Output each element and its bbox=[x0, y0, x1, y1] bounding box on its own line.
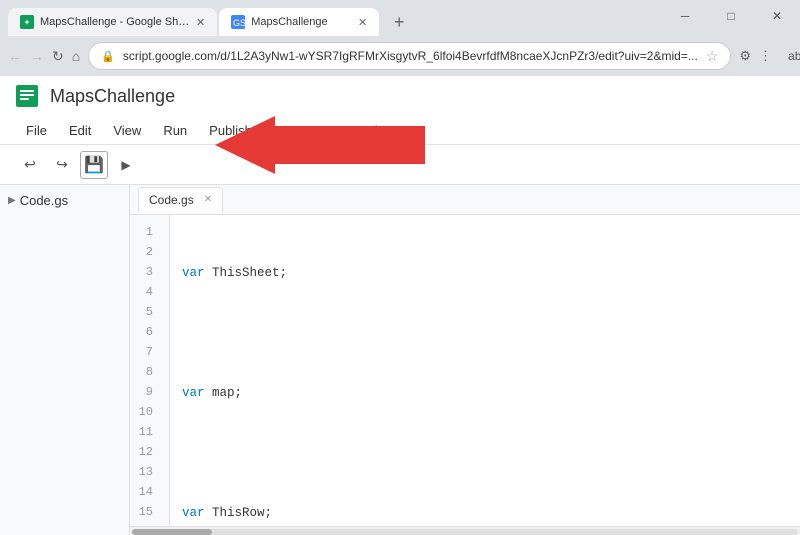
bookmark-icon[interactable]: ☆ bbox=[706, 48, 719, 65]
tab2-close[interactable]: ✕ bbox=[358, 16, 367, 29]
menu-resources[interactable]: Resources bbox=[264, 119, 346, 142]
sidebar-file-item[interactable]: ▶ Code.gs bbox=[0, 189, 129, 212]
horizontal-scrollbar[interactable] bbox=[130, 526, 800, 535]
address-bar: ← → ↻ ⌂ 🔒 script.google.com/d/1L2A3yNw1-… bbox=[0, 36, 800, 76]
sheets-tab-icon: ✦ bbox=[20, 15, 34, 29]
editor-tab-label: Code.gs bbox=[149, 193, 194, 207]
menu-edit[interactable]: Edit bbox=[59, 119, 101, 142]
code-line-3: var map; bbox=[182, 383, 788, 403]
file-sidebar: ▶ Code.gs bbox=[0, 185, 130, 535]
sidebar-chevron: ▶ bbox=[8, 195, 16, 206]
editor-tab-code-gs[interactable]: Code.gs ✕ bbox=[138, 187, 223, 213]
code-line-5: var ThisRow; bbox=[182, 503, 788, 523]
menu-bar: File Edit View Run Publish Resources Hel… bbox=[0, 116, 800, 144]
tab2-title: MapsChallenge bbox=[251, 16, 327, 28]
app-title: MapsChallenge bbox=[50, 86, 175, 107]
menu-help[interactable]: Help bbox=[348, 119, 395, 142]
tab-mapschallenge[interactable]: GS MapsChallenge ✕ bbox=[219, 8, 379, 36]
lock-icon: 🔒 bbox=[101, 50, 115, 63]
sidebar-file-label: Code.gs bbox=[20, 193, 68, 208]
redo-button[interactable]: ↪ bbox=[48, 151, 76, 179]
app-icon bbox=[16, 85, 38, 107]
editor-tabs: Code.gs ✕ bbox=[130, 185, 800, 215]
minimize-button[interactable]: ─ bbox=[662, 0, 708, 32]
extensions-button[interactable]: ⚙ bbox=[739, 43, 751, 69]
user-account[interactable]: abouhatab@yahoo.com bbox=[788, 49, 800, 63]
new-tab-button[interactable]: + bbox=[385, 8, 413, 36]
code-editor[interactable]: 1 2 3 4 5 6 7 8 9 10 11 12 13 14 15 16 1… bbox=[130, 215, 800, 526]
tab-sheets[interactable]: ✦ MapsChallenge - Google Sheets ✕ bbox=[8, 8, 217, 36]
close-button[interactable]: ✕ bbox=[754, 0, 800, 32]
forward-button[interactable]: → bbox=[30, 43, 44, 69]
save-button[interactable]: 💾 bbox=[80, 151, 108, 179]
code-content[interactable]: var ThisSheet; var map; var ThisRow; var… bbox=[170, 215, 800, 526]
menu-publish[interactable]: Publish bbox=[199, 119, 262, 142]
tab1-title: MapsChallenge - Google Sheets bbox=[40, 16, 190, 28]
run-button[interactable]: ▶ bbox=[112, 151, 140, 179]
undo-button[interactable]: ↩ bbox=[16, 151, 44, 179]
url-text: script.google.com/d/1L2A3yNw1-wYSR7IgRFM… bbox=[123, 49, 698, 63]
code-line-4 bbox=[182, 443, 788, 463]
menu-run[interactable]: Run bbox=[153, 119, 197, 142]
url-bar[interactable]: 🔒 script.google.com/d/1L2A3yNw1-wYSR7IgR… bbox=[88, 42, 731, 70]
maximize-button[interactable]: □ bbox=[708, 0, 754, 32]
line-numbers: 1 2 3 4 5 6 7 8 9 10 11 12 13 14 15 16 1… bbox=[130, 215, 170, 526]
menu-file[interactable]: File bbox=[16, 119, 57, 142]
home-button[interactable]: ⌂ bbox=[72, 43, 80, 69]
menu-button[interactable]: ⋮ bbox=[759, 43, 772, 69]
code-line-2 bbox=[182, 323, 788, 343]
reload-button[interactable]: ↻ bbox=[52, 43, 64, 69]
script-tab-icon: GS bbox=[231, 15, 245, 29]
editor-tab-close[interactable]: ✕ bbox=[204, 194, 212, 205]
code-line-1: var ThisSheet; bbox=[182, 263, 788, 283]
back-button[interactable]: ← bbox=[8, 43, 22, 69]
editor-area: Code.gs ✕ 1 2 3 4 5 6 7 8 9 10 11 12 13 … bbox=[130, 185, 800, 535]
toolbar: ↩ ↪ 💾 ▶ bbox=[0, 145, 800, 185]
tab1-close[interactable]: ✕ bbox=[196, 16, 205, 29]
svg-text:GS: GS bbox=[233, 18, 245, 28]
menu-view[interactable]: View bbox=[103, 119, 151, 142]
